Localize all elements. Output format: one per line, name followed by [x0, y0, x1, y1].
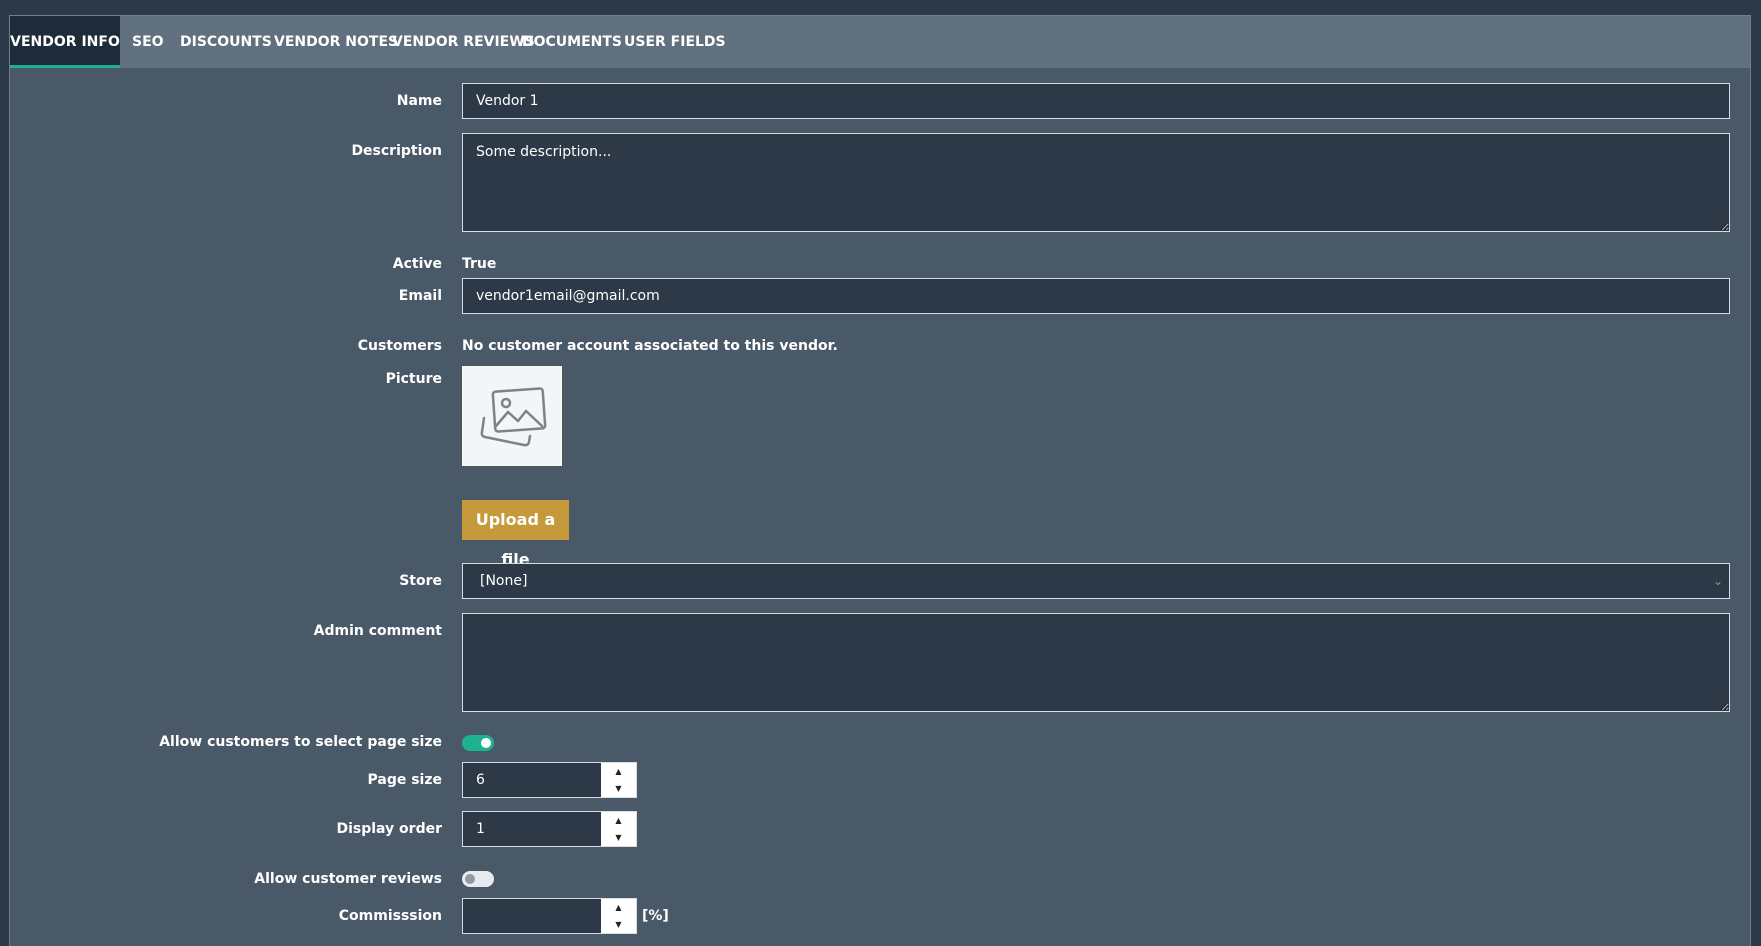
- toggle-knob: [481, 738, 491, 748]
- commission-spinner: ▲ ▼: [601, 899, 636, 933]
- allow-page-size-toggle[interactable]: [462, 735, 494, 751]
- commission-unit: [%]: [642, 908, 669, 924]
- email-input[interactable]: [462, 278, 1730, 314]
- tab-vendor-info[interactable]: VENDOR INFO: [10, 16, 120, 68]
- page-size-spinner: ▲ ▼: [601, 763, 636, 797]
- commission-label: Commisssion: [338, 908, 442, 924]
- upload-file-button[interactable]: Upload a file: [462, 500, 569, 569]
- tab-discounts[interactable]: DISCOUNTS: [180, 16, 272, 68]
- image-placeholder-icon: [480, 387, 547, 447]
- tab-bar: VENDOR INFO SEO DISCOUNTS VENDOR NOTES V…: [10, 16, 1750, 68]
- commission-input[interactable]: [463, 899, 603, 933]
- picture-preview: [462, 366, 562, 466]
- decrement-icon[interactable]: ▼: [601, 829, 636, 846]
- toggle-knob: [465, 874, 475, 884]
- display-order-spinner: ▲ ▼: [601, 812, 636, 846]
- commission-stepper: ▲ ▼: [462, 898, 637, 934]
- customers-value: No customer account associated to this v…: [462, 338, 838, 354]
- picture-label: Picture: [385, 371, 442, 387]
- active-label: Active: [392, 256, 442, 272]
- tab-seo[interactable]: SEO: [132, 16, 164, 68]
- tab-documents[interactable]: DOCUMENTS: [522, 16, 622, 68]
- allow-page-size-label: Allow customers to select page size: [159, 734, 442, 750]
- customers-label: Customers: [357, 338, 442, 354]
- page-size-input[interactable]: [463, 763, 603, 797]
- tab-vendor-notes[interactable]: VENDOR NOTES: [274, 16, 398, 68]
- description-label: Description: [351, 143, 442, 159]
- chevron-down-icon: ⌄: [1712, 574, 1723, 588]
- display-order-label: Display order: [336, 821, 442, 837]
- name-input[interactable]: [462, 83, 1730, 119]
- increment-icon[interactable]: ▲: [601, 763, 636, 780]
- display-order-stepper: ▲ ▼: [462, 811, 637, 847]
- store-select[interactable]: [None] ⌄: [462, 563, 1730, 599]
- admin-comment-textarea[interactable]: [462, 613, 1730, 712]
- page-size-label: Page size: [367, 772, 443, 788]
- decrement-icon[interactable]: ▼: [601, 780, 636, 797]
- increment-icon[interactable]: ▲: [601, 899, 636, 916]
- increment-icon[interactable]: ▲: [601, 812, 636, 829]
- store-label: Store: [399, 573, 442, 589]
- store-selected-value: [None]: [480, 573, 528, 589]
- allow-reviews-toggle[interactable]: [462, 871, 494, 887]
- allow-reviews-label: Allow customer reviews: [254, 871, 442, 887]
- tab-user-fields[interactable]: USER FIELDS: [624, 16, 726, 68]
- active-value: True: [462, 256, 497, 272]
- tab-vendor-reviews[interactable]: VENDOR REVIEWS: [392, 16, 535, 68]
- page-size-stepper: ▲ ▼: [462, 762, 637, 798]
- name-label: Name: [396, 93, 442, 109]
- vendor-edit-panel: VENDOR INFO SEO DISCOUNTS VENDOR NOTES V…: [9, 15, 1751, 946]
- email-label: Email: [398, 288, 442, 304]
- display-order-input[interactable]: [463, 812, 603, 846]
- decrement-icon[interactable]: ▼: [601, 916, 636, 933]
- admin-comment-label: Admin comment: [313, 623, 442, 639]
- description-textarea[interactable]: Some description...: [462, 133, 1730, 232]
